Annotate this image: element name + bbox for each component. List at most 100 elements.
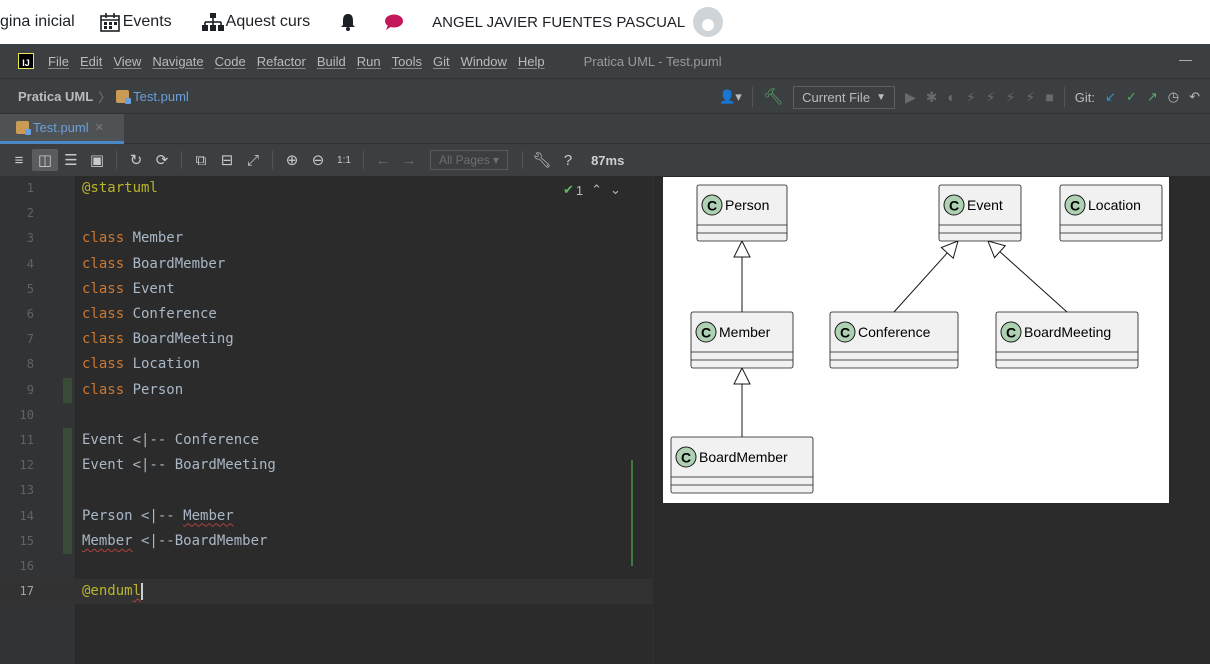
code-line[interactable]: 16 <box>0 554 652 579</box>
menu-navigate[interactable]: Navigate <box>152 54 203 69</box>
window-title: Pratica UML - Test.puml <box>583 53 722 69</box>
messages-button[interactable] <box>384 14 404 30</box>
tab-test-puml[interactable]: Test.puml ✕ <box>0 114 124 144</box>
breadcrumb-file-label: Test.puml <box>133 88 189 104</box>
breadcrumb-file[interactable]: Test.puml <box>116 89 189 104</box>
vcs-change-marker[interactable] <box>63 428 72 554</box>
line-number: 17 <box>19 584 34 599</box>
arrow-left-icon[interactable]: ← <box>370 152 396 169</box>
notifications-button[interactable] <box>340 13 356 31</box>
attach-icon[interactable]: ⚡ <box>1006 89 1016 106</box>
home-link[interactable]: gina inicial <box>0 13 75 31</box>
git-push-icon[interactable]: ↗ <box>1147 89 1158 105</box>
stop-icon[interactable]: ■ <box>1045 89 1053 105</box>
uml-diagram: C Person C Event C Location C Member C Conference… <box>663 177 1169 503</box>
code-text: @startuml <box>82 176 158 201</box>
user-name[interactable]: ANGEL JAVIER FUENTES PASCUAL <box>432 14 685 31</box>
arrow-right-icon[interactable]: → <box>396 152 422 169</box>
code-line[interactable]: 1 @startuml <box>0 176 652 201</box>
save-icon[interactable]: ⊟ <box>214 151 240 169</box>
code-line[interactable]: 3 class Member <box>0 226 652 251</box>
menu-refactor[interactable]: Refactor <box>257 54 306 69</box>
menu-view[interactable]: View <box>113 54 141 69</box>
git-commit-icon[interactable]: ✓ <box>1126 89 1137 105</box>
line-number: 2 <box>26 206 34 221</box>
code-line[interactable]: 11 Event <|-- Conference <box>0 428 652 453</box>
next-highlight-icon[interactable]: ⌄ <box>610 182 621 198</box>
menu-file[interactable]: File <box>48 54 69 69</box>
zoom-in-icon[interactable]: ⊕ <box>279 151 305 169</box>
user-dropdown-icon[interactable]: 👤▾ <box>719 89 742 105</box>
line-number: 7 <box>26 332 34 347</box>
zoom-out-icon[interactable]: ⊖ <box>305 151 331 169</box>
preview-only-icon[interactable]: ▣ <box>84 151 110 169</box>
toolbar-divider <box>363 151 364 169</box>
coverage-icon[interactable]: ◐ <box>947 89 955 105</box>
minimize-button[interactable]: — <box>1179 52 1192 67</box>
editor-only-icon[interactable]: ≡ <box>6 152 32 169</box>
code-line[interactable]: 14 Person <|-- Member <box>0 504 652 529</box>
profile-icon[interactable]: ⚡ <box>966 89 976 106</box>
code-text: class Conference <box>82 302 217 327</box>
code-token: class <box>82 230 133 247</box>
code-line[interactable]: 4 class BoardMember <box>0 252 652 277</box>
line-number: 13 <box>19 483 34 498</box>
code-line[interactable]: 15 Member <|--BoardMember <box>0 529 652 554</box>
breadcrumb-separator-icon: 〉 <box>98 89 112 105</box>
menu-edit[interactable]: Edit <box>80 54 102 69</box>
class-name: Location <box>1088 197 1141 213</box>
menu-run[interactable]: Run <box>357 54 381 69</box>
close-tab-icon[interactable]: ✕ <box>95 121 104 134</box>
menu-tools[interactable]: Tools <box>392 54 422 69</box>
code-token: class <box>82 381 133 398</box>
code-line[interactable]: 13 <box>0 478 652 503</box>
breadcrumb-project[interactable]: Pratica UML <box>18 89 93 104</box>
debug-icon[interactable]: ✱ <box>926 89 938 106</box>
settings-wrench-icon[interactable]: 🔧︎ <box>529 151 555 169</box>
menu-help[interactable]: Help <box>518 54 545 69</box>
run-config-dropdown[interactable]: Current File ▼ <box>793 85 895 109</box>
code-line[interactable]: 7 class BoardMeeting <box>0 327 652 352</box>
line-number: 4 <box>26 256 34 271</box>
code-line[interactable]: 6 class Conference <box>0 302 652 327</box>
refresh-icon[interactable]: ↻ <box>123 151 149 169</box>
run-configurations-icon[interactable]: ⚡ <box>1025 89 1035 106</box>
code-line[interactable]: 10 <box>0 403 652 428</box>
code-text: Event <|-- Conference <box>82 428 259 453</box>
vcs-change-marker[interactable] <box>63 377 72 403</box>
code-line[interactable]: 8 class Location <box>0 352 652 377</box>
uml-class-member: C Member <box>690 311 794 369</box>
build-hammer-icon[interactable]: 🔨︎ <box>763 87 783 107</box>
list-view-icon[interactable]: ☰ <box>58 151 84 169</box>
code-line[interactable]: 17 @enduml <box>0 579 652 605</box>
git-label: Git: <box>1074 89 1096 105</box>
zoom-reset-button[interactable]: 1:1 <box>331 155 357 166</box>
code-line[interactable]: 2 <box>0 201 652 226</box>
previous-highlight-icon[interactable]: ⌃ <box>591 182 602 198</box>
menu-code[interactable]: Code <box>215 54 246 69</box>
copy-icon[interactable]: ⧉ <box>188 152 214 169</box>
help-button[interactable]: ? <box>555 152 581 169</box>
events-link[interactable]: Events <box>99 12 172 32</box>
profile-alt-icon[interactable]: ⚡ <box>986 89 996 106</box>
line-number: 3 <box>26 231 34 246</box>
menu-git[interactable]: Git <box>433 54 450 69</box>
pages-dropdown[interactable]: All Pages ▾ <box>430 150 509 170</box>
course-link[interactable]: Aquest curs <box>201 12 310 32</box>
code-line[interactable]: 5 class Event <box>0 277 652 302</box>
code-line[interactable]: 12 Event <|-- BoardMeeting <box>0 453 652 478</box>
git-rollback-icon[interactable]: ↶ <box>1189 89 1200 105</box>
inspection-widget[interactable]: ✔ 1 ⌃ ⌄ <box>563 182 621 198</box>
reload-icon[interactable]: ⟳ <box>149 151 175 169</box>
run-icon[interactable]: ▶ <box>905 89 916 106</box>
menu-build[interactable]: Build <box>317 54 346 69</box>
git-update-icon[interactable]: ↙ <box>1105 89 1116 105</box>
menu-window[interactable]: Window <box>461 54 507 69</box>
git-history-icon[interactable]: ◷ <box>1168 89 1179 105</box>
split-view-icon[interactable]: ◫ <box>32 149 58 171</box>
uml-class-event: C Event <box>938 184 1022 242</box>
code-text: class Person <box>82 378 183 403</box>
open-external-icon[interactable]: ⤢ <box>240 152 266 169</box>
code-line[interactable]: 9 class Person <box>0 378 652 403</box>
avatar[interactable] <box>693 7 724 37</box>
